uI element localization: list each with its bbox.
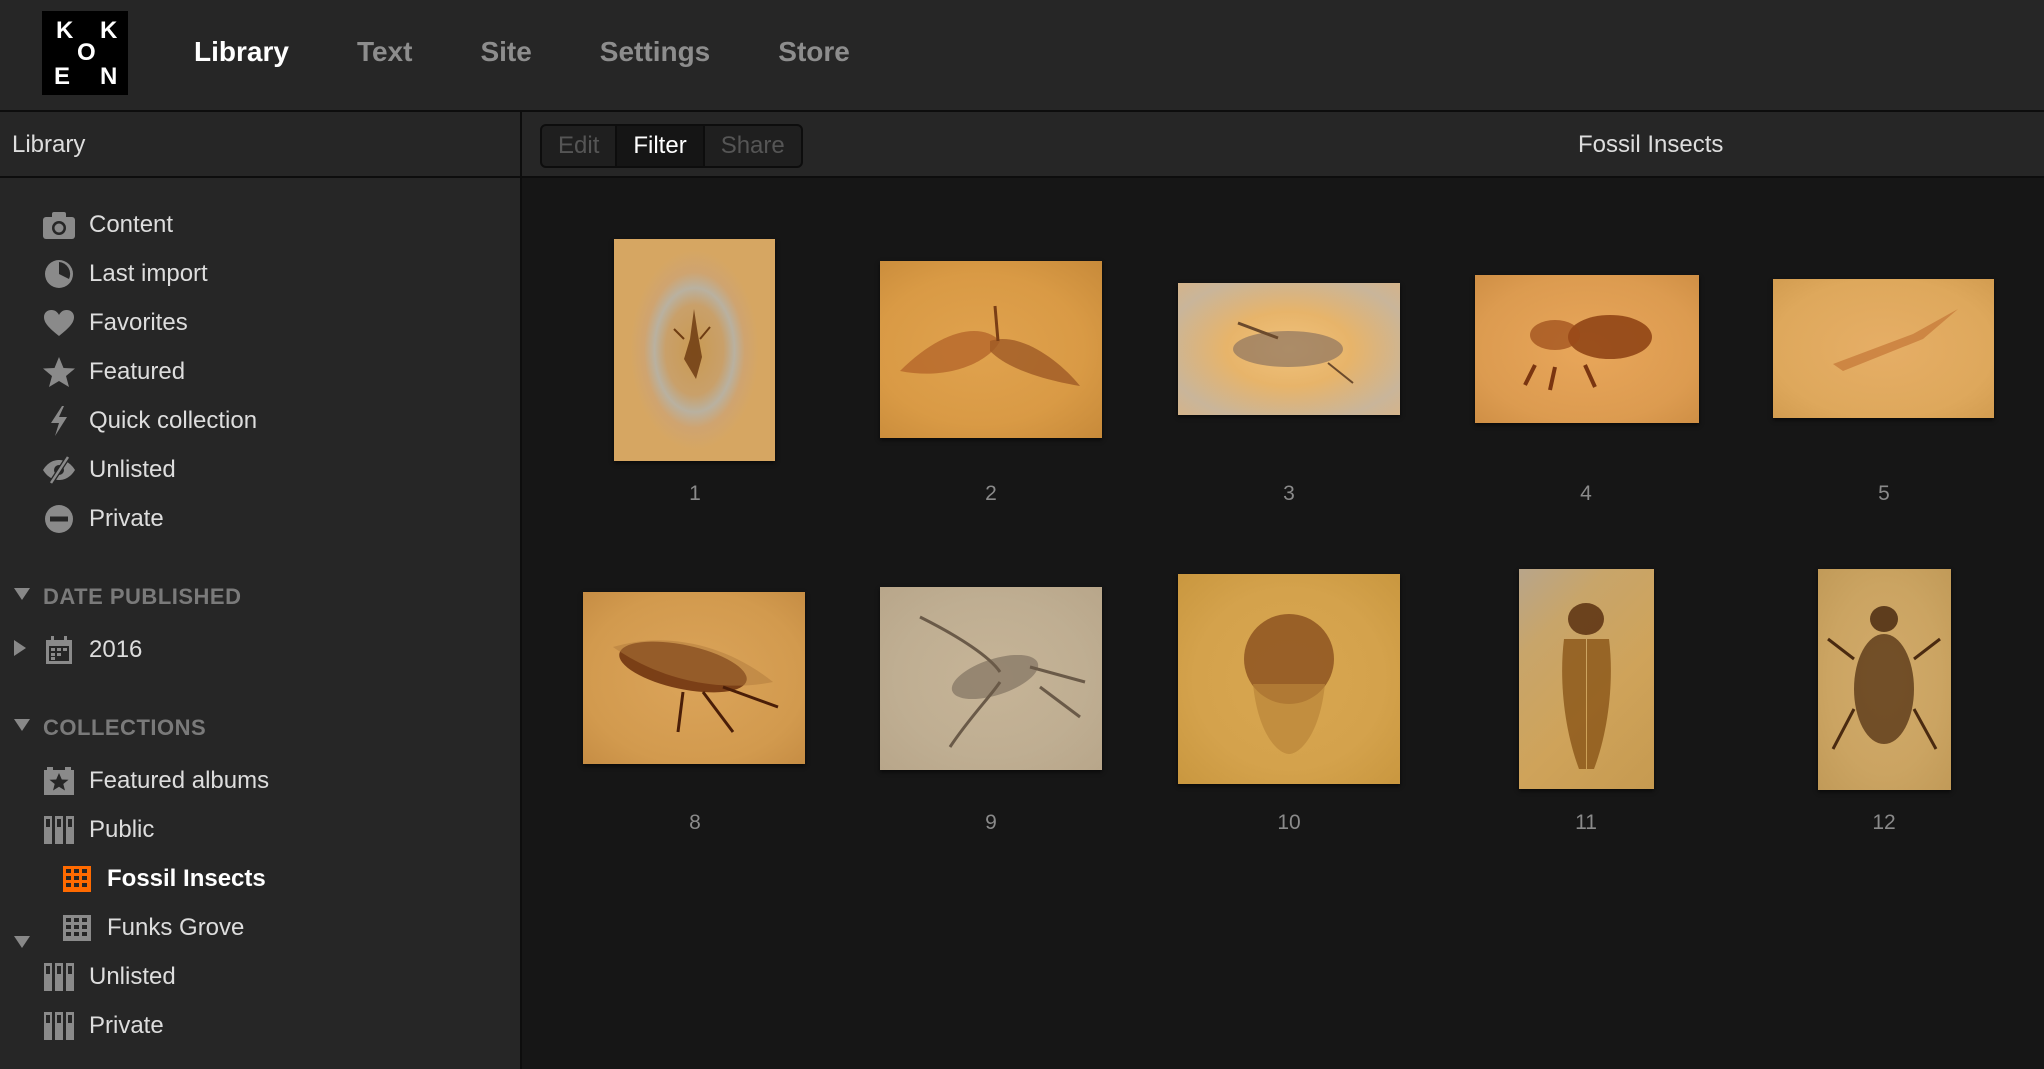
fossil-thumbnail[interactable] — [1178, 574, 1400, 784]
thumbnail-number: 3 — [1283, 482, 1295, 505]
fossil-thumbnail[interactable] — [583, 592, 805, 764]
sidebar-item-label: Fossil Insects — [107, 865, 266, 892]
sidebar-item-label: Private — [89, 1012, 164, 1039]
sidebar-item-unlisted-sets[interactable]: Unlisted — [0, 957, 520, 997]
logo-letter-e: E — [54, 63, 71, 90]
sidebar-item-private[interactable]: Private — [0, 499, 520, 539]
sidebar-item-featured-albums[interactable]: Featured albums — [0, 761, 520, 801]
sidebar-item-fossil-insects[interactable]: Fossil Insects — [0, 859, 520, 899]
album-grid-icon — [60, 862, 94, 896]
hidden-eye-icon — [42, 453, 76, 487]
fossil-thumbnail[interactable] — [880, 587, 1102, 770]
thumbnail-number: 10 — [1277, 811, 1301, 834]
fossil-thumbnail[interactable] — [1475, 275, 1699, 423]
sidebar-item-label: Private — [89, 505, 164, 532]
fossil-thumbnail[interactable] — [1519, 569, 1654, 789]
sidebar-item-private-sets[interactable]: Private — [0, 1006, 520, 1046]
nav-store[interactable]: Store — [778, 34, 850, 70]
lightning-icon — [42, 404, 76, 438]
set-icon — [42, 960, 76, 994]
sidebar-item-label: Funks Grove — [107, 914, 245, 941]
collapse-collections-icon[interactable] — [14, 719, 30, 731]
section-collections: COLLECTIONS — [43, 715, 207, 740]
thumbnail-grid: 1 2 3 4 5 8 9 10 11 12 — [522, 178, 2044, 1069]
sidebar-item-public[interactable]: Public — [0, 810, 520, 850]
thumbnail-number: 8 — [689, 811, 701, 834]
nav-settings[interactable]: Settings — [600, 34, 710, 70]
section-date-published: DATE PUBLISHED — [43, 584, 242, 609]
thumbnail-number: 1 — [689, 482, 701, 505]
sidebar-item-funks-grove[interactable]: Funks Grove — [0, 908, 520, 948]
sidebar-header: Library — [0, 112, 520, 178]
thumbnail-number: 4 — [1580, 482, 1592, 505]
logo-letter-k2: K — [100, 17, 118, 44]
sidebar-item-2016[interactable]: 2016 — [0, 630, 520, 670]
content-toolbar: Edit Filter Share Fossil Insects — [522, 112, 2044, 178]
sidebar-item-favorites[interactable]: Favorites — [0, 303, 520, 343]
fossil-thumbnail[interactable] — [880, 261, 1102, 438]
sidebar-item-label: Unlisted — [89, 456, 176, 483]
album-grid-icon — [60, 911, 94, 945]
thumbnail-number: 11 — [1575, 811, 1597, 834]
sidebar-item-quick-collection[interactable]: Quick collection — [0, 401, 520, 441]
minus-circle-icon — [42, 502, 76, 536]
sidebar-item-label: Last import — [89, 260, 208, 287]
album-title: Fossil Insects — [1578, 131, 1724, 158]
set-icon — [42, 813, 76, 847]
share-button[interactable]: Share — [705, 126, 801, 166]
sidebar-item-label: Favorites — [89, 309, 188, 336]
star-icon — [42, 355, 76, 389]
sidebar-item-label: Public — [89, 816, 155, 843]
calendar-icon — [42, 633, 76, 667]
sidebar-item-label: Unlisted — [89, 963, 176, 990]
sidebar-item-label: Featured — [89, 358, 186, 385]
nav-site[interactable]: Site — [480, 34, 531, 70]
camera-icon — [42, 208, 76, 242]
logo-letter-n: N — [100, 63, 118, 90]
mode-segmented-control: Edit Filter Share — [540, 124, 803, 168]
fossil-thumbnail[interactable] — [1818, 569, 1951, 790]
thumbnail-number: 12 — [1872, 811, 1896, 834]
set-icon — [42, 1009, 76, 1043]
nav-text[interactable]: Text — [357, 34, 413, 70]
thumbnail-number: 5 — [1878, 482, 1890, 505]
logo-letter-k1: K — [56, 17, 74, 44]
sidebar-item-last-import[interactable]: Last import — [0, 254, 520, 294]
sidebar: Library Content Last import Favorites Fe… — [0, 112, 522, 1069]
nav-library[interactable]: Library — [194, 34, 289, 70]
main-nav: Library Text Site Settings Store — [194, 34, 918, 70]
sidebar-item-unlisted[interactable]: Unlisted — [0, 450, 520, 490]
featured-album-icon — [42, 764, 76, 798]
sidebar-item-label: Quick collection — [89, 407, 258, 434]
heart-icon — [42, 306, 76, 340]
fossil-thumbnail[interactable] — [1178, 283, 1400, 415]
sidebar-item-label: 2016 — [89, 636, 143, 663]
clock-icon — [42, 257, 76, 291]
fossil-thumbnail[interactable] — [614, 239, 775, 461]
thumbnail-number: 2 — [985, 482, 997, 505]
edit-button[interactable]: Edit — [542, 126, 618, 166]
fossil-thumbnail[interactable] — [1773, 279, 1994, 418]
collapse-date-icon[interactable] — [14, 588, 30, 600]
logo-letter-o: O — [77, 39, 96, 66]
sidebar-item-featured[interactable]: Featured — [0, 352, 520, 392]
filter-button[interactable]: Filter — [617, 126, 705, 166]
sidebar-item-label: Featured albums — [89, 767, 270, 794]
thumbnail-number: 9 — [985, 811, 997, 834]
sidebar-item-content[interactable]: Content — [0, 205, 520, 245]
koken-logo[interactable]: K K O E N — [42, 11, 128, 95]
top-bar: K K O E N Library Text Site Settings Sto… — [0, 0, 2044, 112]
sidebar-item-label: Content — [89, 211, 174, 238]
